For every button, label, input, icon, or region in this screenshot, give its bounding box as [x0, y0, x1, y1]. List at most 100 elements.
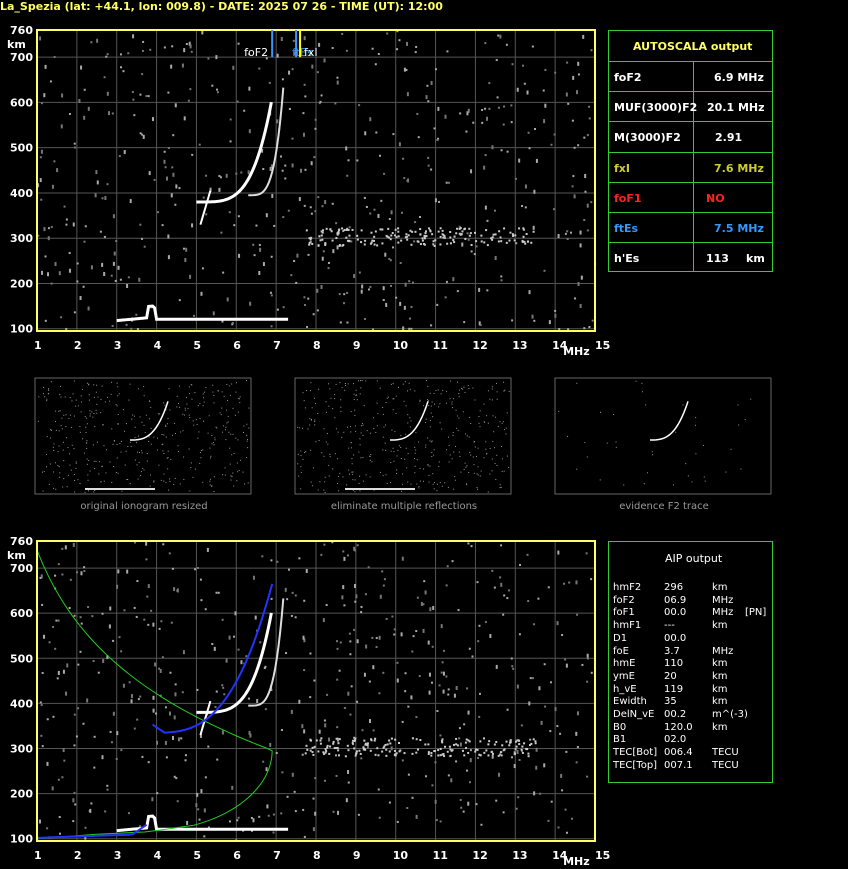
- thumb-dot: [444, 482, 446, 484]
- echo-dot: [424, 232, 427, 235]
- noise-dot: [301, 724, 304, 729]
- thumb-dot: [360, 432, 362, 434]
- thumb-dot: [52, 471, 54, 473]
- thumb-dot: [362, 480, 364, 482]
- thumb-dot: [70, 469, 72, 471]
- thumb-dot: [128, 399, 130, 401]
- x-tick-label-4: 4: [154, 339, 162, 352]
- noise-dot: [544, 68, 547, 71]
- echo-dot: [324, 242, 327, 245]
- noise-dot: [214, 705, 217, 708]
- thumb-dot: [456, 415, 458, 417]
- noise-dot: [66, 663, 69, 668]
- echo-dot: [381, 242, 384, 245]
- aip-value-5: 3.7: [664, 645, 680, 657]
- noise-dot: [532, 225, 535, 230]
- thumb-dot: [395, 395, 397, 397]
- noise-dot: [130, 694, 133, 699]
- echo-dot: [488, 740, 491, 743]
- noise-dot: [445, 280, 448, 283]
- thumb-dot: [599, 479, 601, 481]
- noise-dot: [427, 100, 430, 103]
- thumb-dot: [211, 435, 213, 437]
- noise-dot: [159, 668, 162, 673]
- aip-unit-10: m^(-3): [712, 709, 748, 720]
- echo-dot: [351, 228, 354, 231]
- noise-dot: [401, 720, 404, 723]
- noise-dot: [338, 293, 341, 296]
- noise-dot: [288, 70, 291, 75]
- noise-dot: [360, 757, 363, 760]
- noise-dot: [264, 708, 267, 711]
- noise-dot: [502, 123, 505, 126]
- thumb-dot: [83, 452, 85, 454]
- thumb-dot: [82, 438, 84, 440]
- thumb-dot: [86, 447, 88, 449]
- thumb-dot: [245, 457, 247, 459]
- noise-dot: [84, 826, 87, 829]
- noise-dot: [41, 671, 44, 674]
- thumb-dot: [170, 458, 172, 460]
- noise-dot: [443, 649, 446, 652]
- thumb-dot: [65, 426, 67, 428]
- noise-dot: [491, 145, 494, 150]
- noise-dot: [575, 731, 578, 736]
- noise-dot: [404, 282, 407, 287]
- thumb-dot: [584, 442, 586, 444]
- noise-dot: [356, 700, 359, 703]
- thumb-dot: [558, 410, 560, 412]
- noise-dot: [566, 61, 569, 64]
- thumb-dot: [600, 411, 602, 413]
- e-layer-trace: [116, 304, 289, 323]
- noise-dot: [125, 323, 128, 326]
- echo-dot: [430, 751, 433, 754]
- thumb-dot: [45, 466, 47, 468]
- thumb-dot: [427, 437, 429, 439]
- noise-dot: [343, 293, 346, 296]
- thumb-dot: [150, 443, 152, 445]
- autoscala-panel: AUTOSCALA output: [608, 30, 773, 272]
- noise-dot: [505, 43, 508, 46]
- thumb-dot: [357, 380, 359, 382]
- thumb-dot: [127, 445, 129, 447]
- echo-dot: [385, 234, 388, 237]
- thumb-dot: [298, 475, 300, 477]
- thumb-dot: [337, 431, 339, 433]
- thumb-caption-eliminate: eliminate multiple reflections: [330, 501, 478, 512]
- thumb-dot: [314, 420, 316, 422]
- noise-dot: [479, 323, 482, 326]
- thumb-dot: [334, 417, 336, 419]
- thumb-dot: [100, 398, 102, 400]
- thumb-dot: [401, 490, 403, 492]
- thumb-dot: [138, 435, 140, 437]
- noise-dot: [47, 236, 50, 241]
- noise-dot: [355, 594, 358, 599]
- noise-dot: [360, 611, 363, 614]
- noise-dot: [87, 606, 90, 609]
- noise-dot: [371, 636, 374, 639]
- thumb-dot: [182, 430, 184, 432]
- aip-unit-0: km: [712, 582, 728, 593]
- thumb-dot: [312, 485, 314, 487]
- echo-dot: [310, 739, 313, 742]
- thumb-dot: [314, 424, 316, 426]
- echo-dot: [352, 739, 355, 742]
- thumb-dot: [132, 414, 134, 416]
- noise-dot: [554, 309, 557, 312]
- thumb-dot: [354, 414, 356, 416]
- noise-dot: [586, 229, 589, 232]
- echo-dot: [522, 235, 525, 238]
- noise-dot: [267, 814, 270, 817]
- thumb-dot: [207, 432, 209, 434]
- noise-dot: [141, 73, 144, 76]
- thumb-dot: [428, 400, 430, 402]
- thumb-dot: [452, 407, 454, 409]
- noise-dot: [380, 199, 383, 202]
- marker-label-foF2: foF2: [244, 46, 268, 59]
- thumb-dot: [429, 465, 431, 467]
- noise-dot: [497, 772, 500, 777]
- thumb-dot: [89, 410, 91, 412]
- noise-dot: [189, 44, 192, 49]
- noise-dot: [412, 635, 415, 638]
- echo-dot: [347, 229, 350, 232]
